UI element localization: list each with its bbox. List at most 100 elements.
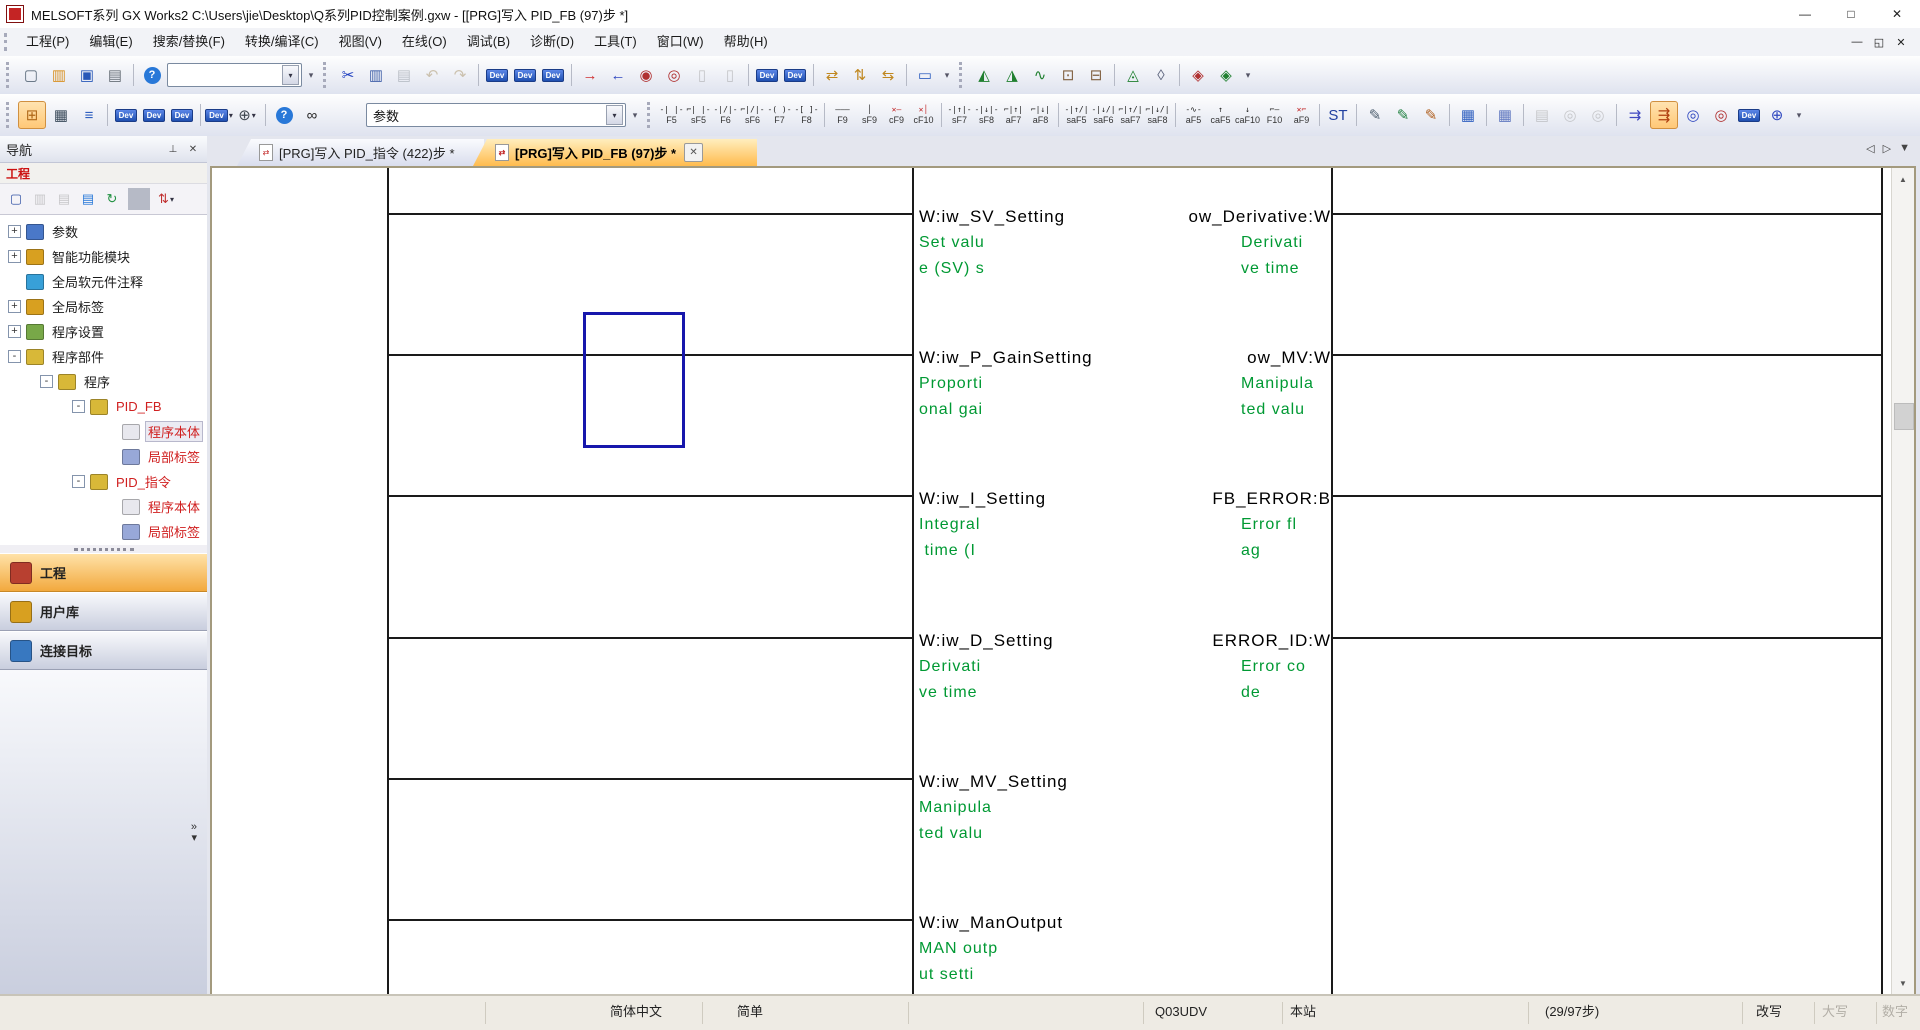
monitor-write-mode-button[interactable]: ◎ Dev ▾ ▾: [661, 62, 687, 88]
tree-item[interactable]: 局部标签: [0, 519, 207, 544]
ladder-symbol-button[interactable]: [1058, 103, 1059, 127]
next-find-button[interactable]: ◎ Dev ▾ ▾: [1585, 102, 1611, 128]
menu-item[interactable]: 调试(B): [457, 28, 520, 56]
toolbar-button[interactable]: Dev ▾ ▾: [647, 102, 654, 128]
device-reference-button[interactable]: Dev ▾ ▾: [169, 102, 195, 128]
simulation-stop-button[interactable]: ◮ Dev ▾ ▾: [999, 62, 1025, 88]
expand-toggle-icon[interactable]: -: [8, 350, 21, 363]
scrollbar-thumb[interactable]: [1894, 403, 1914, 430]
verify-with-plc-button[interactable]: Dev ▾ ▾: [540, 62, 566, 88]
tree-item[interactable]: + 参数: [0, 219, 207, 244]
tab-list-icon[interactable]: ▼: [1899, 142, 1910, 155]
tree-item[interactable]: - PID_FB: [0, 394, 207, 419]
prev-find-button[interactable]: ◎ Dev ▾ ▾: [1557, 102, 1583, 128]
toolbar-button[interactable]: Dev ▾ ▾: [1449, 104, 1450, 126]
menu-item[interactable]: 窗口(W): [647, 28, 714, 56]
mdi-minimize-button[interactable]: —: [1846, 36, 1868, 49]
toolbar-button[interactable]: Dev ▾ ▾: [1486, 104, 1487, 126]
cut-button[interactable]: ✂ Dev ▾ ▾: [335, 62, 361, 88]
ladder-symbol-button[interactable]: -∿- aF5: [1180, 98, 1207, 132]
maximize-button[interactable]: □: [1828, 0, 1874, 28]
toolbar-button[interactable]: Dev ▾ ▾: [1616, 104, 1617, 126]
break-setting-button[interactable]: ⊡ Dev ▾ ▾: [1055, 62, 1081, 88]
toolbar-button[interactable]: Dev ▾ ▾: [478, 64, 479, 86]
paste-button[interactable]: ▤ Dev ▾ ▾: [391, 62, 417, 88]
ladder-symbol-button[interactable]: -[ ]- F8: [793, 98, 820, 132]
selection-cursor[interactable]: [583, 312, 685, 448]
toolbar-button[interactable]: ▾ Dev ▾ ▾: [940, 62, 954, 88]
write-to-plc-button[interactable]: Dev ▾ ▾: [484, 62, 510, 88]
mdi-restore-button[interactable]: ◱: [1868, 36, 1890, 49]
menu-item[interactable]: 视图(V): [329, 28, 392, 56]
toolbar-button[interactable]: ▾ Dev ▾ ▾: [1241, 62, 1255, 88]
tree-item[interactable]: 局部标签: [0, 444, 207, 469]
expand-toggle-icon[interactable]: -: [72, 400, 85, 413]
ladder-symbol-button[interactable]: ✕⌐ aF9: [1288, 98, 1315, 132]
fb-output-pin[interactable]: ow_Derivative:W Derivati ve time: [931, 203, 1331, 282]
find-coil-button[interactable]: ◎ Dev ▾ ▾: [1708, 102, 1734, 128]
remote-operation-button[interactable]: ▭ Dev ▾ ▾: [912, 62, 938, 88]
help-button[interactable]: ? Dev ▾ ▾: [139, 62, 165, 88]
toolbar-button[interactable]: Dev ▾ ▾: [1523, 104, 1524, 126]
nav-connection-button[interactable]: 连接目标: [0, 631, 207, 670]
tree-item[interactable]: + 全局标签: [0, 294, 207, 319]
toolbar-button[interactable]: Dev ▾ ▾: [813, 64, 814, 86]
ladder-symbol-button[interactable]: ⌐|↓| aF8: [1027, 98, 1054, 132]
vertical-scrollbar[interactable]: ▲ ▼: [1891, 168, 1914, 994]
inline-comment-button[interactable]: ▦ Dev ▾ ▾: [1455, 102, 1481, 128]
note-button[interactable]: ▤ Dev ▾ ▾: [1529, 102, 1555, 128]
st-inline-button[interactable]: ST Dev ▾ ▾: [1325, 102, 1351, 128]
mdi-close-button[interactable]: ✕: [1890, 36, 1912, 49]
ladder-symbol-button[interactable]: ——— F9: [829, 98, 856, 132]
toolbar-button[interactable]: Dev ▾ ▾: [107, 104, 108, 126]
toolbar-button[interactable]: Dev ▾ ▾: [1356, 104, 1357, 126]
toolbar-button[interactable]: Dev ▾ ▾: [6, 62, 13, 88]
ladder-symbol-button[interactable]: [824, 103, 825, 127]
nav-project-button[interactable]: 工程: [0, 553, 207, 592]
ladder-symbol-button[interactable]: ⌐|/|- sF6: [739, 98, 766, 132]
monitor-start-button[interactable]: → Dev ▾ ▾: [577, 62, 603, 88]
device-comment-button[interactable]: Dev ▾ ▾: [113, 102, 139, 128]
transfer-setup-button[interactable]: ⇄ Dev ▾ ▾: [819, 62, 845, 88]
tree-item[interactable]: 程序本体: [0, 419, 207, 444]
open-project-button[interactable]: ▥ Dev ▾ ▾: [46, 62, 72, 88]
toolbar-button[interactable]: Dev ▾ ▾: [133, 64, 134, 86]
ladder-symbol-button[interactable]: -|↓|- sF8: [973, 98, 1000, 132]
tab-scroll-left-icon[interactable]: ◁: [1866, 142, 1874, 155]
device-find-button[interactable]: Dev ▾ ▾: [1736, 102, 1762, 128]
ladder-symbol-button[interactable]: -|↑/| saF5: [1063, 98, 1090, 132]
fb-input-pin[interactable]: W:iw_ManOutput MAN outp ut setti: [919, 909, 1339, 988]
ladder-symbol-button[interactable]: │ sF9: [856, 98, 883, 132]
device-batch-monitor-button[interactable]: Dev ▾ ▾: [754, 62, 780, 88]
menu-item[interactable]: 编辑(E): [79, 28, 142, 56]
tree-item[interactable]: - 程序: [0, 369, 207, 394]
tab-close-icon[interactable]: ✕: [684, 143, 703, 162]
find-contact-button[interactable]: ◎ Dev ▾ ▾: [1680, 102, 1706, 128]
navigation-window-button[interactable]: ⊞ Dev ▾ ▾: [18, 101, 46, 129]
menu-item[interactable]: 帮助(H): [714, 28, 778, 56]
tab-pid-instruction[interactable]: ⇄ [PRG]写入 PID_指令 (422)步 *: [237, 139, 484, 166]
paste-data-button[interactable]: ▤ ▾: [53, 188, 75, 210]
zoom-select[interactable]: Dev ▾ ▾: [167, 63, 302, 87]
minimize-button[interactable]: —: [1782, 0, 1828, 28]
dropdown-arrow-icon[interactable]: ▾: [170, 195, 174, 204]
expand-toggle-icon[interactable]: +: [8, 225, 21, 238]
simulation-step-button[interactable]: ∿ Dev ▾ ▾: [1027, 62, 1053, 88]
expand-toggle-icon[interactable]: +: [8, 250, 21, 263]
nav-tool-button[interactable]: ▾: [128, 188, 150, 210]
menu-item[interactable]: 工程(P): [16, 28, 79, 56]
expand-toggle-icon[interactable]: +: [8, 300, 21, 313]
fb-output-pin[interactable]: ERROR_ID:W Error co de: [931, 627, 1331, 706]
ladder-symbol-button[interactable]: [1175, 103, 1176, 127]
toolbar-button[interactable]: Dev ▾ ▾: [265, 104, 266, 126]
toolbar-button[interactable]: Dev ▾ ▾: [906, 64, 907, 86]
watch-stop-button[interactable]: ◈ Dev ▾ ▾: [1213, 62, 1239, 88]
copy-button[interactable]: ▥ Dev ▾ ▾: [363, 62, 389, 88]
element-selection-button[interactable]: ▦ Dev ▾ ▾: [48, 102, 74, 128]
tree-item[interactable]: - PID_指令: [0, 469, 207, 494]
scroll-up-icon[interactable]: ▲: [1892, 168, 1914, 190]
device-display-button[interactable]: Dev ▾ ▾: [206, 102, 232, 128]
pause-button[interactable]: ▯ Dev ▾ ▾: [689, 62, 715, 88]
expand-toggle-icon[interactable]: -: [40, 375, 53, 388]
pin-icon[interactable]: ⊥: [165, 141, 181, 157]
